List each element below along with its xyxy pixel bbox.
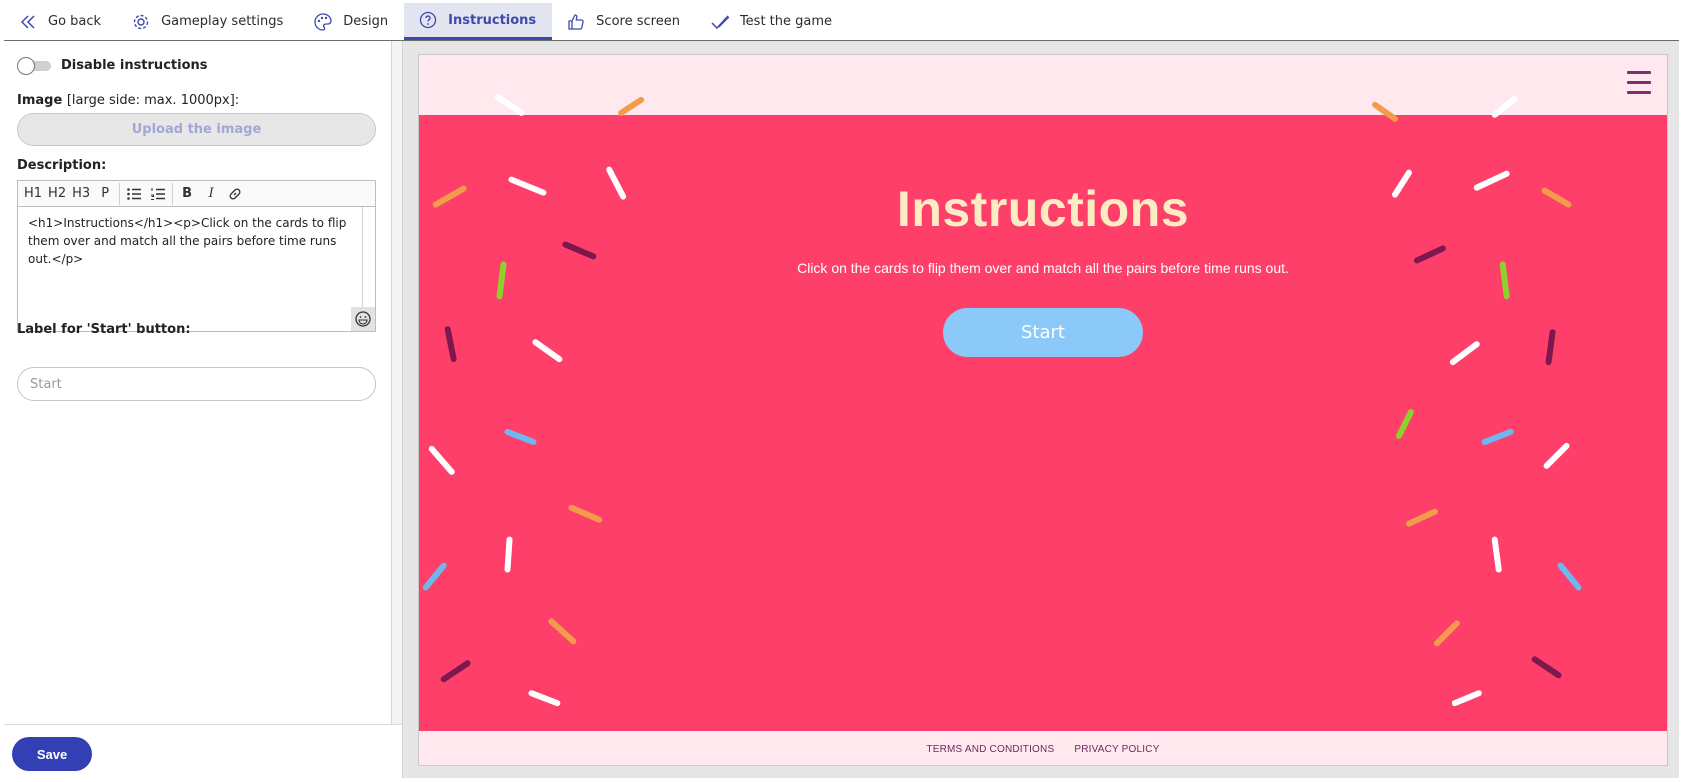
nav-gameplay-settings-label: Gameplay settings: [161, 14, 284, 29]
description-textarea[interactable]: <h1>Instructions</h1><p>Click on the car…: [18, 207, 363, 329]
disable-instructions-toggle[interactable]: [17, 57, 51, 75]
privacy-link[interactable]: PRIVACY POLICY: [1074, 744, 1159, 755]
disable-instructions-label: Disable instructions: [61, 57, 208, 73]
preview-title: Instructions: [896, 181, 1190, 237]
preview-area: Instructions Click on the cards to flip …: [403, 41, 1679, 778]
panel-footer: Save: [4, 724, 402, 778]
numbered-list-button[interactable]: [146, 183, 170, 205]
nav-score-screen-label: Score screen: [596, 14, 680, 29]
bold-button[interactable]: B: [175, 183, 199, 205]
emoji-button[interactable]: [351, 307, 375, 331]
nav-design-label: Design: [343, 14, 389, 29]
nav-test-the-game[interactable]: Test the game: [696, 3, 848, 40]
disable-instructions-row: Disable instructions: [17, 57, 208, 75]
nav-score-screen[interactable]: Score screen: [552, 3, 696, 40]
settings-panel: Disable instructions Image [large side: …: [4, 41, 392, 778]
emoji-icon: [355, 311, 371, 327]
numbered-list-icon: [151, 187, 166, 200]
upload-image-button[interactable]: Upload the image: [17, 113, 376, 146]
start-label-input[interactable]: [17, 367, 376, 401]
bullet-list-button[interactable]: [122, 183, 146, 205]
nav-test-the-game-label: Test the game: [739, 14, 833, 29]
nav-instructions-label: Instructions: [448, 12, 537, 28]
chevron-left-icon: [20, 14, 35, 29]
nav-design[interactable]: Design: [299, 3, 404, 40]
question-circle-icon: [420, 11, 437, 29]
heading2-button[interactable]: H2: [45, 183, 69, 205]
preview-footer: TERMS AND CONDITIONS PRIVACY POLICY: [419, 731, 1667, 765]
toolbar-divider: [119, 182, 121, 205]
nav-go-back[interactable]: Go back: [4, 3, 117, 40]
sprinkles-decoration: [422, 93, 1582, 707]
link-icon: [229, 188, 241, 199]
preview-description: Click on the cards to flip them over and…: [797, 260, 1289, 276]
heading1-button[interactable]: H1: [21, 183, 45, 205]
editor-toolbar: H1 H2 H3 P B I: [18, 181, 375, 207]
link-button[interactable]: [223, 183, 247, 205]
thumbs-up-icon: [568, 13, 584, 30]
panel-scrollbar[interactable]: [392, 41, 403, 778]
nav-go-back-label: Go back: [48, 14, 102, 29]
nav-instructions[interactable]: Instructions: [404, 3, 553, 40]
description-label: Description:: [17, 158, 107, 173]
description-editor: H1 H2 H3 P B I <h1>Instructions</h1><p>C…: [17, 180, 376, 332]
toolbar-divider: [172, 182, 174, 205]
save-button[interactable]: Save: [12, 737, 92, 771]
gear-icon: [133, 14, 149, 29]
nav-gameplay-settings[interactable]: Gameplay settings: [117, 3, 299, 40]
italic-button[interactable]: I: [199, 183, 223, 205]
bullet-list-icon: [127, 187, 142, 200]
preview-start-button[interactable]: Start: [943, 308, 1143, 357]
heading3-button[interactable]: H3: [69, 183, 93, 205]
image-label: Image: [17, 93, 63, 108]
check-icon: [711, 14, 730, 29]
game-preview: Instructions Click on the cards to flip …: [418, 54, 1668, 766]
terms-link[interactable]: TERMS AND CONDITIONS: [926, 744, 1054, 755]
paragraph-button[interactable]: P: [93, 183, 117, 205]
start-button-label: Label for 'Start' button:: [17, 322, 191, 337]
palette-icon: [314, 12, 332, 31]
image-size-hint: [large side: max. 1000px]:: [66, 93, 240, 108]
top-navigation: Go back Gameplay settings Design Instruc…: [4, 3, 1679, 41]
image-field-label: Image [large side: max. 1000px]:: [17, 93, 239, 108]
